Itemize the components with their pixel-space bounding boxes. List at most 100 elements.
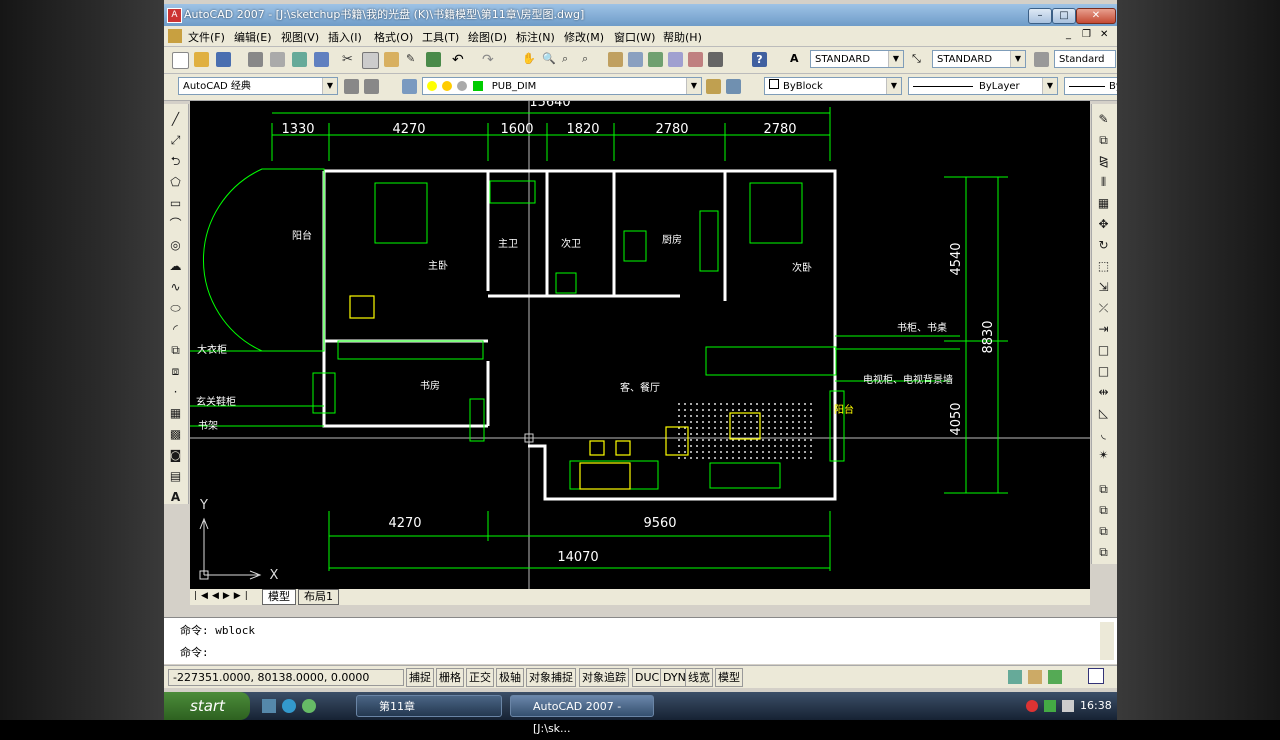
minimize-button[interactable]: – bbox=[1028, 8, 1052, 24]
3d-dwf-icon[interactable] bbox=[314, 52, 329, 67]
volume-tray-icon[interactable] bbox=[1062, 700, 1074, 712]
network-tray-icon[interactable] bbox=[1044, 700, 1056, 712]
erase-icon[interactable]: ✎ bbox=[1096, 112, 1111, 127]
zoom-previous-icon[interactable]: ⌕ bbox=[582, 52, 597, 67]
point-icon[interactable]: · bbox=[168, 385, 183, 400]
undo-icon[interactable]: ↶ bbox=[452, 52, 467, 68]
doc-minimize-button[interactable]: _ bbox=[1066, 29, 1071, 40]
doc-restore-button[interactable]: ❐ bbox=[1082, 29, 1091, 40]
communication-center-icon[interactable] bbox=[1008, 670, 1022, 684]
match-properties-icon[interactable]: ✎ bbox=[406, 52, 421, 67]
save-workspace-icon[interactable] bbox=[364, 79, 379, 94]
layer-select[interactable]: PUB_DIM ▼ bbox=[422, 77, 702, 95]
ortho-toggle[interactable]: 正交 bbox=[466, 668, 494, 687]
insert-block-icon[interactable]: ⧉ bbox=[168, 343, 183, 358]
command-prompt[interactable]: 命令: bbox=[180, 644, 209, 660]
new-icon[interactable] bbox=[172, 52, 189, 69]
menu-help[interactable]: 帮助(H) bbox=[663, 29, 702, 45]
construction-line-icon[interactable]: ⤢ bbox=[168, 133, 183, 148]
make-block-icon[interactable]: ⧈ bbox=[168, 364, 183, 379]
lineweight-select[interactable]: By bbox=[1064, 77, 1117, 95]
taskbar-autocad-button[interactable]: AutoCAD 2007 - [J:\sk... bbox=[510, 695, 654, 735]
print-icon[interactable] bbox=[248, 52, 263, 67]
plot-preview-icon[interactable] bbox=[270, 52, 285, 67]
lock-toolbar-icon[interactable] bbox=[1028, 670, 1042, 684]
tray-settings-icon[interactable] bbox=[1048, 670, 1062, 684]
polar-toggle[interactable]: 极轴 bbox=[496, 668, 524, 687]
draw-order-back-icon[interactable]: ⧉ bbox=[1096, 503, 1111, 518]
ellipse-icon[interactable]: ⬭ bbox=[168, 301, 183, 316]
clean-screen-icon[interactable] bbox=[1088, 668, 1104, 684]
snap-toggle[interactable]: 捕捉 bbox=[406, 668, 434, 687]
gradient-icon[interactable]: ▩ bbox=[168, 427, 183, 442]
menu-insert[interactable]: 插入(I) bbox=[328, 29, 362, 45]
security-tray-icon[interactable] bbox=[1026, 700, 1038, 712]
menu-file[interactable]: 文件(F) bbox=[188, 29, 225, 45]
revision-cloud-icon[interactable]: ☁ bbox=[168, 259, 183, 274]
polyline-icon[interactable]: ⮌ bbox=[168, 154, 183, 169]
copy-icon[interactable] bbox=[362, 52, 379, 69]
otrack-toggle[interactable]: 对象追踪 bbox=[579, 668, 629, 687]
taskbar-folder-button[interactable]: 第11章 bbox=[356, 695, 502, 717]
break-at-point-icon[interactable]: □ bbox=[1096, 343, 1111, 358]
media-player-icon[interactable] bbox=[302, 699, 316, 713]
copy-object-icon[interactable]: ⧉ bbox=[1096, 133, 1111, 148]
properties-icon[interactable] bbox=[608, 52, 623, 67]
command-window[interactable]: 命令: wblock 命令: bbox=[164, 617, 1117, 664]
explode-icon[interactable]: ✴ bbox=[1096, 448, 1111, 463]
grid-toggle[interactable]: 栅格 bbox=[436, 668, 464, 687]
markup-icon[interactable] bbox=[688, 52, 703, 67]
array-icon[interactable]: ▦ bbox=[1096, 196, 1111, 211]
tool-palettes-icon[interactable] bbox=[648, 52, 663, 67]
lineweight-toggle[interactable]: 线宽 bbox=[685, 668, 713, 687]
close-button[interactable]: ✕ bbox=[1076, 8, 1116, 24]
line-icon[interactable]: ╱ bbox=[168, 112, 183, 127]
chamfer-icon[interactable]: ◺ bbox=[1096, 406, 1111, 421]
table-style-icon[interactable] bbox=[1034, 52, 1049, 67]
zoom-window-icon[interactable]: ⌕ bbox=[562, 52, 577, 67]
layer-manager-icon[interactable] bbox=[402, 79, 417, 94]
osnap-toggle[interactable]: 对象捕捉 bbox=[526, 668, 576, 687]
trim-icon[interactable]: ⤫ bbox=[1096, 301, 1111, 316]
open-icon[interactable] bbox=[194, 52, 209, 67]
title-bar[interactable]: A AutoCAD 2007 - [J:\sketchup书籍\我的光盘 (K)… bbox=[164, 4, 1117, 26]
layer-previous-icon[interactable] bbox=[726, 79, 741, 94]
calculator-icon[interactable] bbox=[708, 52, 723, 67]
workspace-settings-icon[interactable] bbox=[344, 79, 359, 94]
menu-modify[interactable]: 修改(M) bbox=[564, 29, 604, 45]
table-style-select[interactable]: Standard bbox=[1054, 50, 1116, 68]
make-layer-current-icon[interactable] bbox=[706, 79, 721, 94]
menu-edit[interactable]: 编辑(E) bbox=[234, 29, 272, 45]
menu-draw[interactable]: 绘图(D) bbox=[468, 29, 507, 45]
move-icon[interactable]: ✥ bbox=[1096, 217, 1111, 232]
cut-icon[interactable]: ✂ bbox=[342, 52, 357, 67]
menu-tools[interactable]: 工具(T) bbox=[422, 29, 459, 45]
text-style-select[interactable]: STANDARD ▼ bbox=[810, 50, 904, 68]
tab-model[interactable]: 模型 bbox=[262, 589, 296, 605]
rotate-icon[interactable]: ↻ bbox=[1096, 238, 1111, 253]
help-icon[interactable]: ? bbox=[752, 52, 767, 67]
tab-scroll-arrows[interactable]: |◀◀▶▶| bbox=[194, 591, 252, 601]
document-icon[interactable] bbox=[168, 29, 182, 43]
start-button[interactable]: start bbox=[164, 692, 250, 720]
redo-icon[interactable]: ↷ bbox=[482, 52, 497, 68]
color-select[interactable]: ByBlock ▼ bbox=[764, 77, 902, 95]
model-toggle[interactable]: 模型 bbox=[715, 668, 743, 687]
spline-icon[interactable]: ∿ bbox=[168, 280, 183, 295]
menu-format[interactable]: 格式(O) bbox=[374, 29, 413, 45]
ie-icon[interactable] bbox=[282, 699, 296, 713]
command-scrollbar[interactable] bbox=[1100, 622, 1114, 660]
menu-dimension[interactable]: 标注(N) bbox=[516, 29, 555, 45]
region-icon[interactable]: ◙ bbox=[168, 448, 183, 463]
stretch-icon[interactable]: ⇲ bbox=[1096, 280, 1111, 295]
drawing-canvas[interactable]: 15640 1330 4270 1600 1820 2780 2780 4540… bbox=[190, 95, 1090, 589]
rectangle-icon[interactable]: ▭ bbox=[168, 196, 183, 211]
join-icon[interactable]: ⇹ bbox=[1096, 385, 1111, 400]
ellipse-arc-icon[interactable]: ◜ bbox=[168, 322, 183, 337]
scale-icon[interactable]: ⬚ bbox=[1096, 259, 1111, 274]
pan-icon[interactable]: ✋ bbox=[522, 52, 537, 67]
offset-icon[interactable]: ⫴ bbox=[1096, 175, 1111, 190]
sheet-set-icon[interactable] bbox=[668, 52, 683, 67]
draw-order-above-icon[interactable]: ⧉ bbox=[1096, 524, 1111, 539]
text-style-icon[interactable]: A bbox=[790, 52, 805, 67]
